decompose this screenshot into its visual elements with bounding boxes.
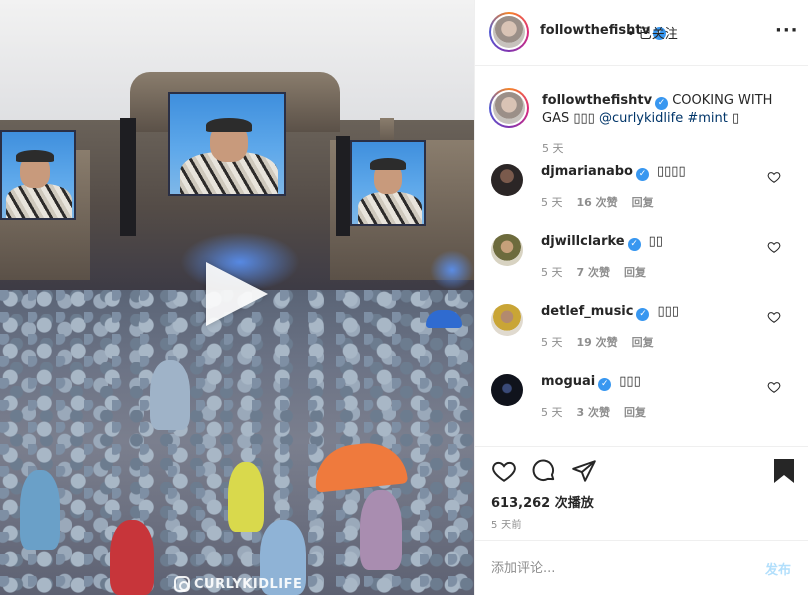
heart-icon[interactable]: [767, 380, 781, 394]
bookmark-saved-icon[interactable]: [773, 458, 795, 484]
play-icon[interactable]: [206, 262, 268, 326]
caption-emoji-end: ▯: [732, 111, 740, 126]
crowd-person: [20, 470, 60, 550]
mention-link[interactable]: @curlykidlife: [599, 111, 683, 126]
caption-timestamp: 5 天: [542, 142, 564, 155]
comment-item: moguai ✓ ▯▯▯ 5 天 3 次赞 回复: [475, 374, 808, 434]
comment-item: djmarianabo ✓ ▯▯▯▯ 5 天 16 次赞 回复: [475, 164, 808, 224]
reply-button[interactable]: 回复: [624, 404, 646, 420]
comment-text: ▯▯▯: [657, 304, 679, 319]
post-timestamp[interactable]: 5 天前: [491, 516, 522, 531]
comment-item: djwillclarke ✓ ▯▯ 5 天 7 次赞 回复: [475, 234, 808, 294]
post-header: followthefishtv ✓ • 已关注 ···: [475, 0, 808, 66]
comment-composer: 发布: [475, 540, 808, 595]
caption-author-avatar[interactable]: [489, 88, 529, 128]
comment-text: ▯▯: [648, 234, 663, 249]
comment-item: detlef_music ✓ ▯▯▯ 5 天 19 次赞 回复: [475, 304, 808, 364]
verified-badge-icon: ✓: [635, 168, 649, 181]
comment-time[interactable]: 5 天: [541, 264, 563, 280]
comment-time[interactable]: 5 天: [541, 194, 563, 210]
watermark-text: CURLYKIDLIFE: [194, 576, 303, 592]
actions-divider: [475, 446, 808, 447]
verified-badge-icon: ✓: [598, 378, 612, 391]
post-comment-button[interactable]: 发布: [765, 559, 791, 578]
speaker-stack-right: [336, 136, 350, 236]
crowd-person: [228, 462, 264, 532]
comment-text: ▯▯▯▯: [656, 164, 686, 179]
commenter-avatar[interactable]: [491, 374, 523, 406]
reply-button[interactable]: 回复: [624, 264, 646, 280]
verified-badge-icon: ✓: [627, 238, 641, 251]
share-send-icon[interactable]: [571, 458, 597, 484]
verified-badge-icon: ✓: [636, 308, 650, 321]
author-avatar[interactable]: [489, 12, 529, 52]
crowd-person: [150, 360, 190, 430]
like-heart-icon[interactable]: [491, 458, 517, 484]
comment-username[interactable]: moguai: [541, 374, 595, 389]
stage-screen-left: [0, 130, 76, 220]
comment-time[interactable]: 5 天: [541, 404, 563, 420]
comment-text: ▯▯▯: [619, 374, 641, 389]
heart-icon[interactable]: [767, 240, 781, 254]
view-count[interactable]: 613,262 次播放: [491, 492, 594, 511]
stage-screen-center: [168, 92, 286, 196]
heart-icon[interactable]: [767, 170, 781, 184]
follow-status[interactable]: • 已关注: [627, 23, 678, 42]
stage-screen-right: [350, 140, 426, 226]
verified-badge-icon: ✓: [655, 97, 669, 110]
more-options-icon[interactable]: ···: [775, 20, 799, 41]
comment-username[interactable]: djmarianabo: [541, 164, 633, 179]
comment-likes[interactable]: 3 次赞: [577, 404, 610, 420]
caption-username[interactable]: followthefishtv: [542, 93, 652, 108]
hashtag-link[interactable]: #mint: [687, 111, 728, 126]
heart-icon[interactable]: [767, 310, 781, 324]
comment-likes[interactable]: 7 次赞: [577, 264, 610, 280]
crowd-person: [360, 490, 402, 570]
post-sidebar: followthefishtv ✓ • 已关注 ··· followthefish…: [474, 0, 808, 595]
reply-button[interactable]: 回复: [632, 194, 654, 210]
crowd: [0, 290, 474, 595]
blue-umbrella: [426, 310, 462, 328]
comment-likes[interactable]: 16 次赞: [577, 194, 618, 210]
commenter-avatar[interactable]: [491, 164, 523, 196]
post-video[interactable]: CURLYKIDLIFE: [0, 0, 474, 595]
comment-username[interactable]: detlef_music: [541, 304, 633, 319]
speaker-stack-left: [120, 118, 136, 236]
comment-bubble-icon[interactable]: [531, 458, 557, 484]
crowd-person: [110, 520, 154, 595]
comment-username[interactable]: djwillclarke: [541, 234, 625, 249]
instagram-logo-icon: [174, 576, 190, 592]
comment-input[interactable]: [491, 557, 741, 579]
comment-time[interactable]: 5 天: [541, 334, 563, 350]
commenter-avatar[interactable]: [491, 304, 523, 336]
stage-lights-right: [430, 250, 474, 290]
reply-button[interactable]: 回复: [632, 334, 654, 350]
video-watermark: CURLYKIDLIFE: [174, 576, 302, 592]
caption-emoji: ▯▯▯: [573, 111, 595, 126]
post-caption: followthefishtv ✓ COOKING WITH GAS ▯▯▯ @c…: [542, 92, 797, 128]
comment-likes[interactable]: 19 次赞: [577, 334, 618, 350]
commenter-avatar[interactable]: [491, 234, 523, 266]
